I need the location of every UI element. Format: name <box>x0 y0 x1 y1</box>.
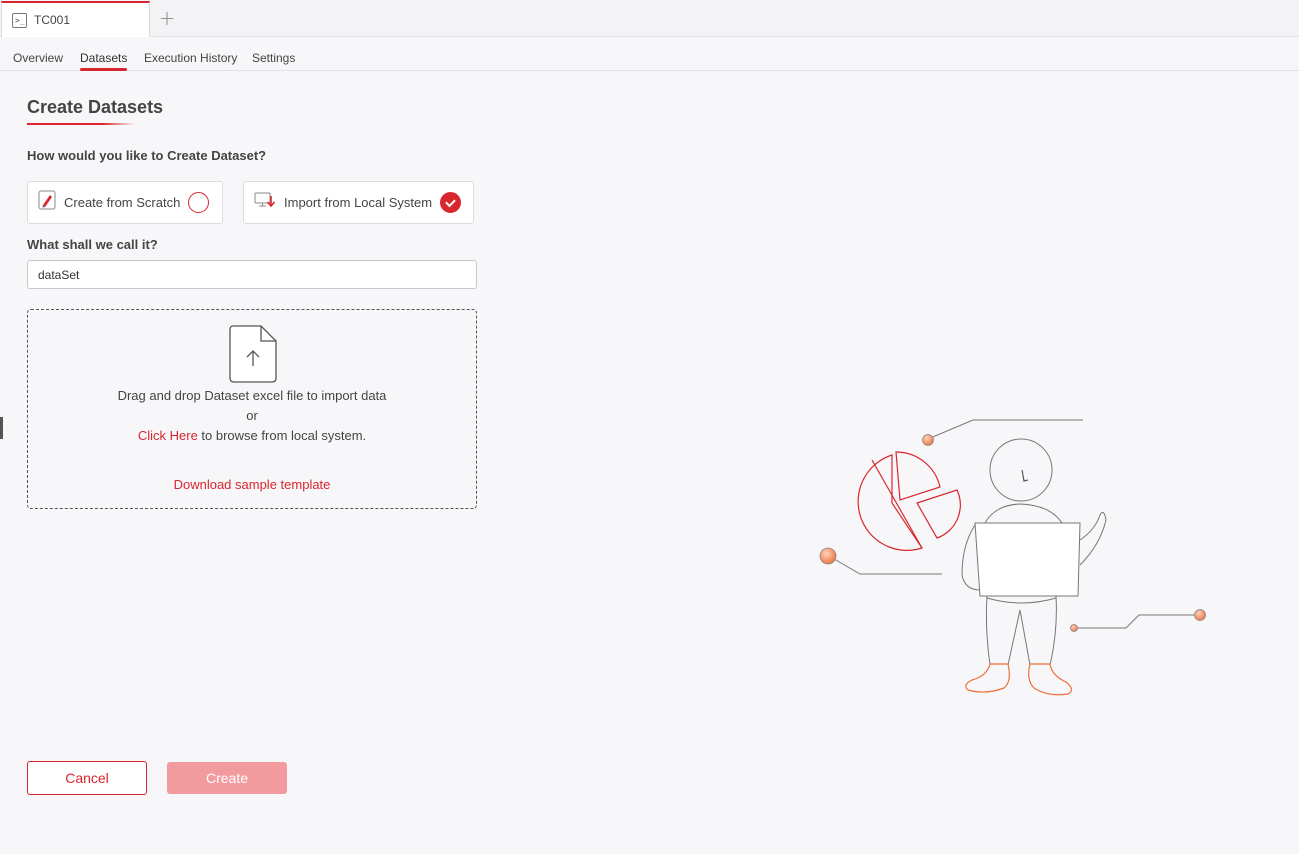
tab-settings[interactable]: Settings <box>252 51 295 65</box>
tab-overview[interactable]: Overview <box>13 51 63 65</box>
create-method-question: How would you like to Create Dataset? <box>27 148 267 163</box>
terminal-icon: >_ <box>12 12 27 28</box>
sub-navigation: Overview Datasets Execution History Sett… <box>0 37 1299 71</box>
title-underline <box>27 123 135 125</box>
tab-strip: >_ TC001 + <box>0 0 1299 37</box>
radio-create-from-scratch[interactable] <box>188 192 210 213</box>
download-sample-template-link[interactable]: Download sample template <box>174 477 331 492</box>
dataset-name-input[interactable] <box>27 260 477 289</box>
option-label: Import from Local System <box>284 195 433 210</box>
file-upload-icon <box>229 325 277 388</box>
download-template-row: Download sample template <box>28 477 476 492</box>
import-monitor-icon <box>254 191 276 214</box>
panel-resize-handle[interactable] <box>0 417 3 439</box>
option-create-from-scratch[interactable]: Create from Scratch <box>27 181 223 224</box>
option-label: Create from Scratch <box>64 195 181 210</box>
browse-text: to browse from local system. <box>197 428 367 443</box>
tab-execution-history[interactable]: Execution History <box>144 51 237 65</box>
pencil-icon <box>38 190 56 215</box>
dropzone-instructions: Drag and drop Dataset excel file to impo… <box>117 388 387 403</box>
file-dropzone[interactable]: Drag and drop Dataset excel file to impo… <box>27 309 477 509</box>
option-import-from-local-system[interactable]: Import from Local System <box>243 181 474 224</box>
tab-label: TC001 <box>34 13 71 27</box>
person-with-laptop-illustration <box>810 410 1210 715</box>
page-title: Create Datasets <box>27 97 164 117</box>
click-here-link[interactable]: Click Here <box>138 428 198 443</box>
radio-import-from-local-system[interactable] <box>440 192 462 213</box>
tab-datasets[interactable]: Datasets <box>80 51 128 71</box>
dropzone-browse-text: Click Here to browse from local system. <box>28 428 476 443</box>
dataset-name-label: What shall we call it? <box>27 237 158 252</box>
create-button[interactable]: Create <box>167 762 287 794</box>
cancel-button[interactable]: Cancel <box>27 761 147 795</box>
tab-tc001[interactable]: >_ TC001 <box>1 1 150 37</box>
add-tab-icon[interactable]: + <box>157 6 177 30</box>
dropzone-or: or <box>246 408 258 423</box>
